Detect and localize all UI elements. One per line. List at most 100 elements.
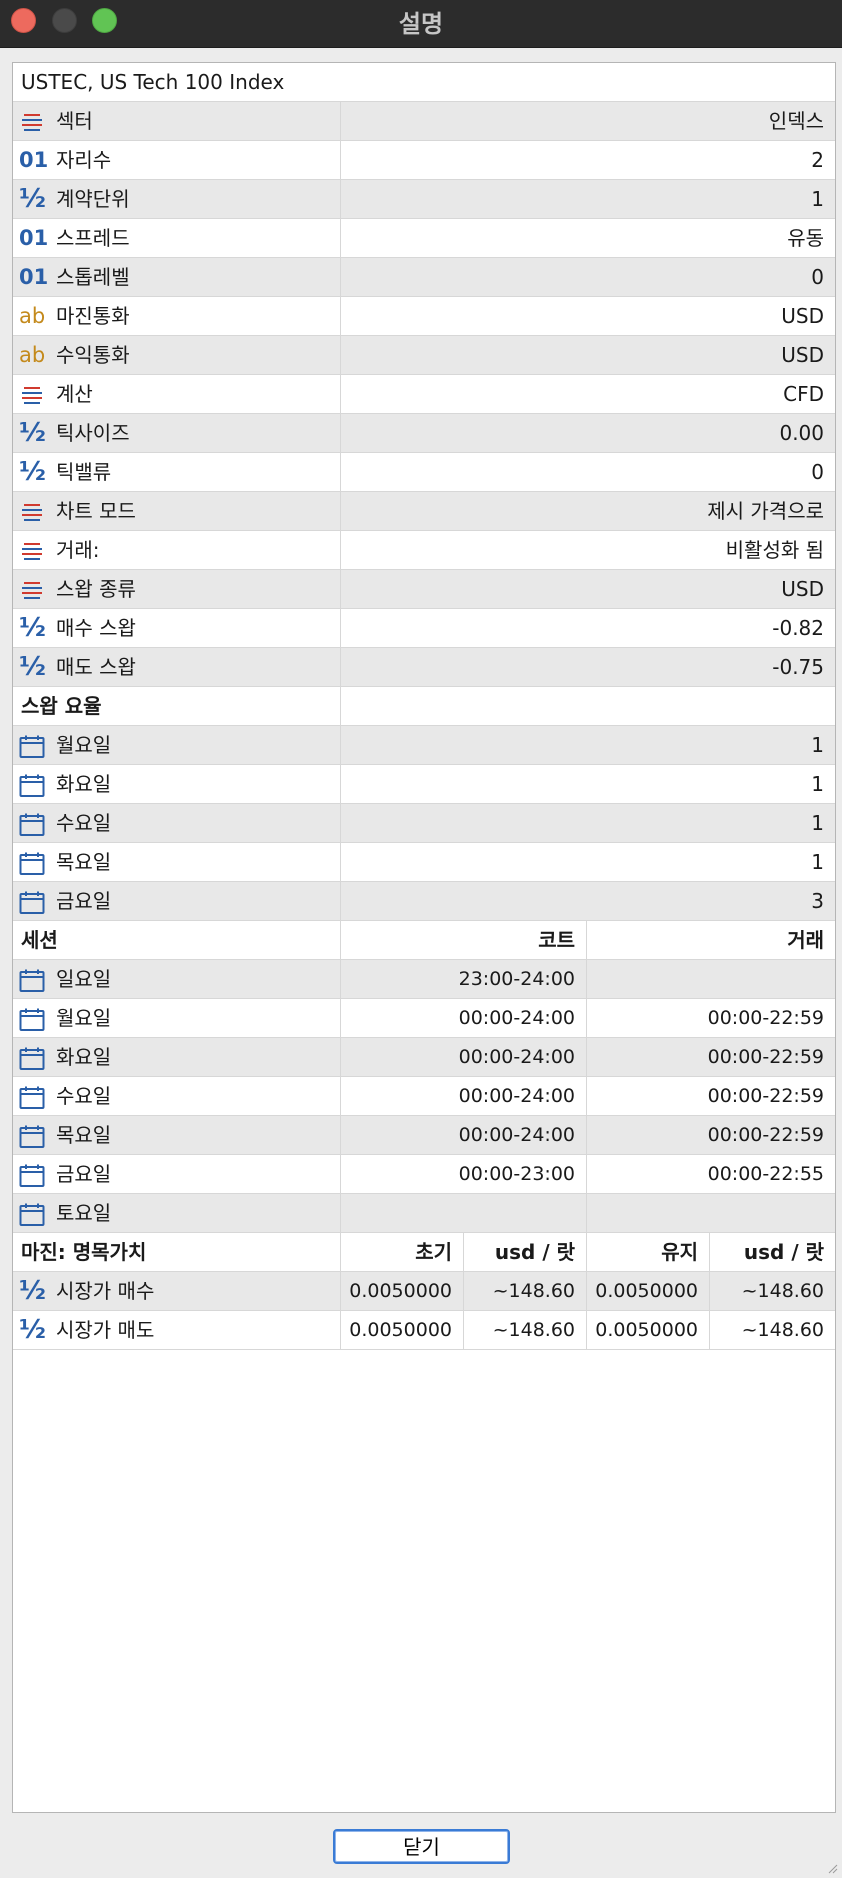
row-label-cell: 화요일 [13, 1038, 341, 1076]
row-label-cell: 수요일 [13, 804, 341, 842]
calendar-icon [19, 811, 45, 836]
table-row: 수요일 00:00-24:00 00:00-22:59 [13, 1077, 835, 1116]
table-row: 월요일 1 [13, 726, 835, 765]
number-icon: 01 [19, 226, 49, 250]
row-label-cell: 토요일 [13, 1194, 341, 1232]
property-value: 0 [811, 265, 824, 289]
property-value: USD [781, 343, 824, 367]
table-row: 스왑 요율 [13, 687, 835, 726]
row-label: 섹터 [56, 109, 93, 133]
row-label: 월요일 [56, 1006, 112, 1030]
table-row: 화요일 1 [13, 765, 835, 804]
row-label: 수익통화 [56, 343, 130, 367]
table-row: 차트 모드 제시 가격으로 [13, 492, 835, 531]
margin-maintenance-value: 0.0050000 [587, 1272, 710, 1310]
session-quote-time: 00:00-24:00 [341, 1038, 587, 1076]
close-button[interactable]: 닫기 [333, 1829, 510, 1864]
session-trade-time: 00:00-22:59 [707, 1124, 824, 1146]
list-icon [19, 109, 45, 133]
property-value: 유동 [787, 226, 824, 250]
row-label: 시장가 매수 [56, 1279, 155, 1303]
margin-maintenance-unit-header: usd / 랏 [743, 1240, 824, 1264]
property-value: USD [781, 304, 824, 328]
row-label: 시장가 매도 [56, 1318, 155, 1342]
fraction-icon: ½ [19, 184, 46, 214]
property-value: 1 [811, 187, 824, 211]
session-trade-time [587, 960, 835, 998]
calendar-icon [19, 733, 45, 758]
table-row: 화요일 00:00-24:00 00:00-22:59 [13, 1038, 835, 1077]
fraction-icon: ½ [19, 1315, 46, 1345]
text-icon: ab [19, 304, 46, 328]
session-trade-time: 00:00-22:59 [707, 1007, 824, 1029]
swap-rates-header-blank [341, 687, 835, 725]
table-row: 수요일 1 [13, 804, 835, 843]
row-label-cell: ½ 계약단위 [13, 180, 341, 218]
table-row: 스왑 종류 USD [13, 570, 835, 609]
row-label-cell: 01 스톱레벨 [13, 258, 341, 296]
window-titlebar: 설명 [0, 0, 842, 48]
list-icon [19, 499, 45, 523]
list-icon [19, 538, 45, 562]
resize-grip-icon[interactable] [828, 1864, 838, 1874]
row-label: 스톱레벨 [56, 265, 130, 289]
calendar-icon [19, 772, 45, 797]
row-label: 마진통화 [56, 304, 130, 328]
row-label-cell: ½ 시장가 매도 [13, 1311, 341, 1349]
row-label: 수요일 [56, 811, 112, 835]
row-label: 스왑 종류 [56, 577, 136, 601]
row-label: 일요일 [56, 967, 112, 991]
table-row: ½ 틱밸류 0 [13, 453, 835, 492]
row-label-cell: 월요일 [13, 999, 341, 1037]
margin-initial-usd: ~148.60 [464, 1311, 587, 1349]
row-label: 계약단위 [56, 187, 130, 211]
row-label-cell: 섹터 [13, 102, 341, 140]
table-row: 금요일 00:00-23:00 00:00-22:55 [13, 1155, 835, 1194]
row-label: 매도 스왑 [56, 655, 136, 679]
list-icon [19, 382, 45, 406]
row-label: 매수 스왑 [56, 616, 136, 640]
sessions-quote-header: 코트 [341, 921, 587, 959]
number-icon: 01 [19, 148, 49, 172]
sessions-trade-header: 거래 [787, 928, 824, 952]
table-row: ½ 시장가 매수 0.0050000 ~148.60 0.0050000 ~148.60 [13, 1272, 835, 1311]
row-label-cell: ½ 틱밸류 [13, 453, 341, 491]
row-label: 틱사이즈 [56, 421, 130, 445]
fraction-icon: ½ [19, 1276, 46, 1306]
table-row: 계산 CFD [13, 375, 835, 414]
fraction-icon: ½ [19, 652, 46, 682]
row-label-cell: ab 수익통화 [13, 336, 341, 374]
table-row: 월요일 00:00-24:00 00:00-22:59 [13, 999, 835, 1038]
session-trade-time [587, 1194, 835, 1232]
property-value: 제시 가격으로 [707, 499, 824, 523]
margin-maintenance-usd: ~148.60 [741, 1319, 824, 1341]
session-quote-time: 00:00-24:00 [341, 999, 587, 1037]
row-label-cell: ½ 매수 스왑 [13, 609, 341, 647]
table-row: ½ 매도 스왑 -0.75 [13, 648, 835, 687]
table-row: ½ 계약단위 1 [13, 180, 835, 219]
table-row: 마진: 명목가치 초기 usd / 랏 유지 usd / 랏 [13, 1233, 835, 1272]
row-label-cell: 01 자리수 [13, 141, 341, 179]
margin-maintenance-usd: ~148.60 [741, 1280, 824, 1302]
row-label: 차트 모드 [56, 499, 136, 523]
row-label: 토요일 [56, 1201, 112, 1225]
row-label: 목요일 [56, 1123, 112, 1147]
table-row: 거래: 비활성화 됨 [13, 531, 835, 570]
row-label-cell: 스왑 종류 [13, 570, 341, 608]
fraction-icon: ½ [19, 457, 46, 487]
table-row: USTEC, US Tech 100 Index [13, 63, 835, 102]
property-value: 2 [811, 148, 824, 172]
calendar-icon [19, 850, 45, 875]
margin-initial-header: 초기 [341, 1233, 464, 1271]
row-label-cell: 화요일 [13, 765, 341, 803]
calendar-icon [19, 1123, 45, 1148]
table-row: 섹터 인덱스 [13, 102, 835, 141]
row-label: 월요일 [56, 733, 112, 757]
calendar-icon [19, 889, 45, 914]
margin-maintenance-header: 유지 [587, 1233, 710, 1271]
table-row: 세션 코트 거래 [13, 921, 835, 960]
calendar-icon [19, 1201, 45, 1226]
calendar-icon [19, 1006, 45, 1031]
row-label: 틱밸류 [56, 460, 112, 484]
list-icon [19, 577, 45, 601]
